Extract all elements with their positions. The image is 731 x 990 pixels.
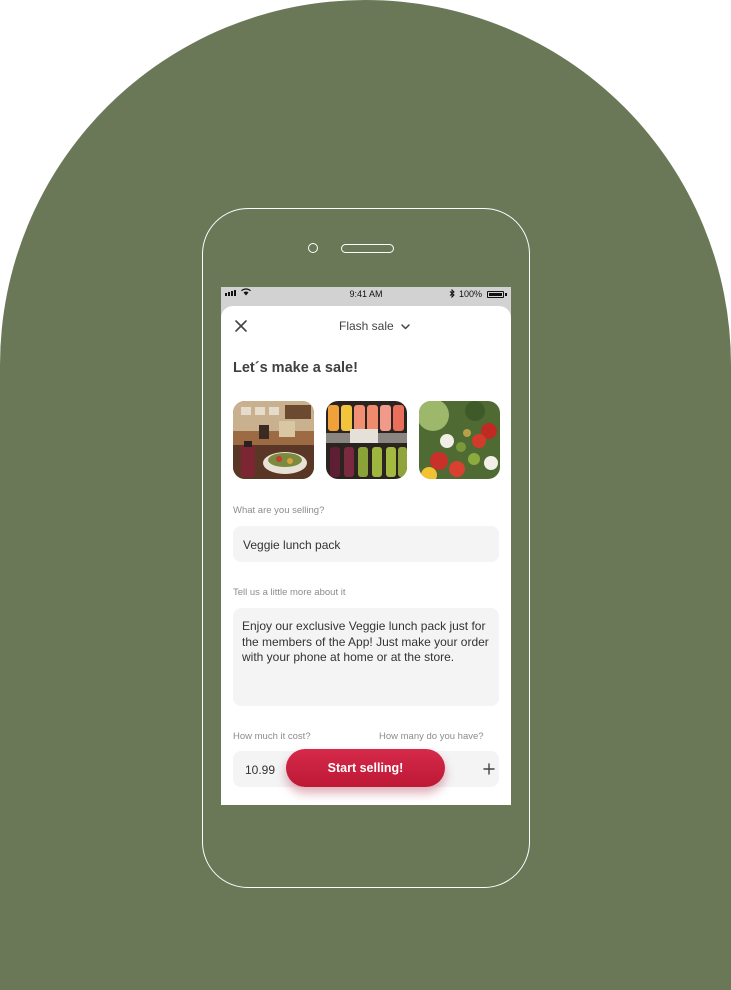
product-name-input[interactable]: Veggie lunch pack xyxy=(233,526,499,562)
sale-type-dropdown[interactable]: Flash sale xyxy=(339,319,411,333)
battery-tip xyxy=(505,293,507,296)
sale-type-label: Flash sale xyxy=(339,319,394,333)
status-bar: 9:41 AM 100% xyxy=(221,287,511,303)
plus-icon[interactable] xyxy=(483,762,495,775)
price-label: How much it cost? xyxy=(233,731,311,742)
battery-percentage: 100% xyxy=(459,289,483,299)
selling-label: What are you selling? xyxy=(233,505,325,516)
start-selling-button[interactable]: Start selling! xyxy=(286,749,445,787)
flash-sale-sheet: Flash sale Let´s make a sale! What are y… xyxy=(221,306,511,805)
page-title: Let´s make a sale! xyxy=(233,360,358,376)
chevron-down-icon xyxy=(400,323,410,329)
juice-bottles-photo[interactable] xyxy=(326,401,407,479)
phone-camera xyxy=(308,243,318,253)
cafe-counter-photo[interactable] xyxy=(233,401,314,479)
quantity-label: How many do you have? xyxy=(379,731,484,742)
battery-icon xyxy=(487,291,504,298)
close-icon[interactable] xyxy=(233,318,249,334)
description-label: Tell us a little more about it xyxy=(233,587,346,598)
description-textarea[interactable]: Enjoy our exclusive Veggie lunch pack ju… xyxy=(233,608,499,706)
price-input[interactable]: 10.99 xyxy=(245,763,275,777)
bluetooth-icon xyxy=(449,288,455,300)
salad-photo[interactable] xyxy=(419,401,500,479)
phone-speaker xyxy=(341,244,394,253)
photo-gallery xyxy=(233,401,501,479)
phone-screen: 9:41 AM 100% Flash sale Let´s make a sal… xyxy=(221,287,511,805)
